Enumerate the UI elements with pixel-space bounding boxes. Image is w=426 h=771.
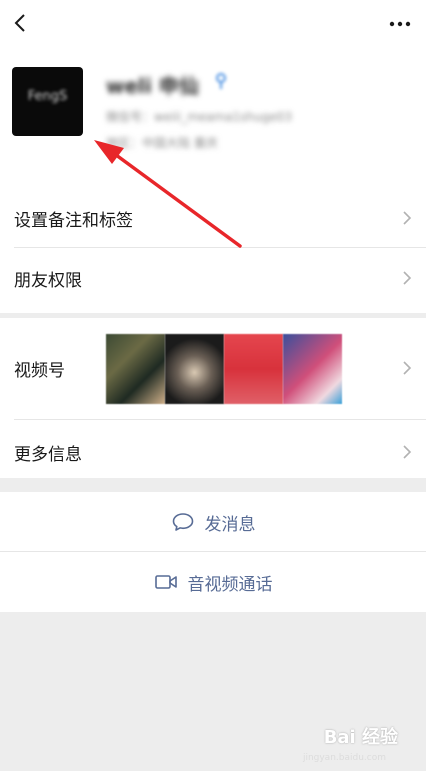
watermark-sub: jingyan.baidu.com xyxy=(302,753,386,763)
watermark: Bai 经验 xyxy=(323,727,398,748)
annotation-arrow xyxy=(94,140,242,248)
